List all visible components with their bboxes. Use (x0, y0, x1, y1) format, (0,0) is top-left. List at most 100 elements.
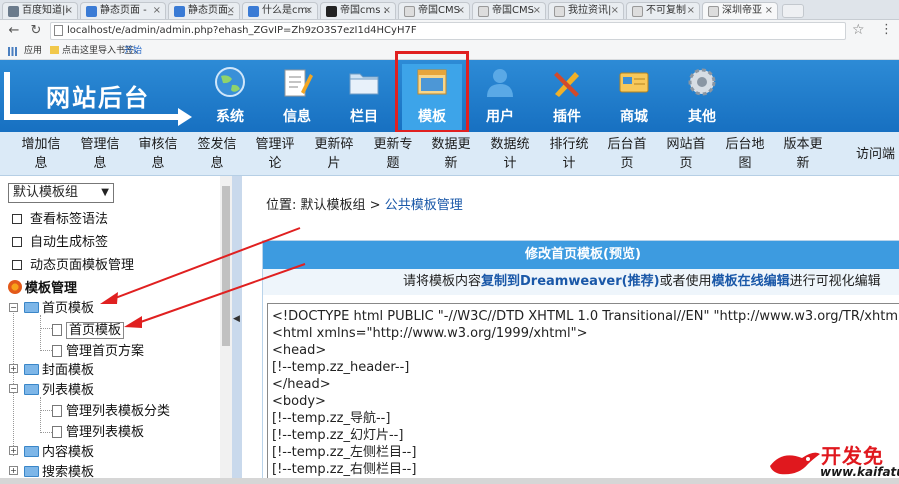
submenu-item[interactable]: 审核信息 (134, 135, 182, 173)
new-tab-button[interactable] (782, 4, 804, 18)
tree-cover-template[interactable]: 封面模板 (24, 359, 94, 378)
nav-plugin[interactable]: 插件 (537, 64, 597, 130)
browser-tab[interactable]: 静态页面 - × (80, 2, 166, 19)
browser-tab[interactable]: 什么是cm: × (242, 2, 318, 19)
browser-tab[interactable]: 百度知道|i × (2, 2, 78, 19)
submenu-item[interactable]: 网站首页 (662, 135, 710, 173)
tab-close-icon[interactable]: × (533, 3, 541, 19)
page-icon (52, 426, 62, 438)
bookmark-apps[interactable]: 应用 (24, 42, 42, 60)
tab-close-icon[interactable]: × (457, 3, 465, 19)
browser-tab[interactable]: 我拉资讯| × (548, 2, 624, 19)
breadcrumb-link[interactable]: 公共模板管理 (385, 198, 463, 213)
sidebar-scrollbar[interactable] (220, 176, 232, 484)
reload-icon[interactable]: ↻ (28, 23, 44, 39)
tree-expand-icon[interactable]: + (9, 364, 18, 373)
tab-close-icon[interactable]: × (305, 3, 313, 19)
submenu-item[interactable]: 管理评论 (251, 135, 299, 173)
browser-tab[interactable]: 帝国cms : × (320, 2, 396, 19)
submenu-item[interactable]: 排行统计 (545, 135, 593, 173)
card-icon (619, 72, 649, 93)
site-logo: 网站后台 (46, 84, 150, 112)
tree-collapse-icon[interactable]: − (9, 384, 18, 393)
tab-close-icon[interactable]: × (65, 3, 73, 19)
tab-close-icon[interactable]: × (383, 3, 391, 19)
tree-line (40, 328, 52, 329)
submenu-item[interactable]: 数据更新 (427, 135, 475, 173)
tree-expand-icon[interactable]: + (9, 466, 18, 475)
submenu-item[interactable]: 更新专题 (369, 135, 417, 173)
page-icon (54, 25, 63, 36)
folder-icon (50, 46, 59, 54)
submenu-item[interactable]: 版本更新 (779, 135, 827, 173)
sub-menu: 增加信息 管理信息 审核信息 签发信息 管理评论 更新碎片 更新专题 数据更新 … (0, 132, 899, 176)
tab-close-icon[interactable]: × (611, 3, 619, 19)
submenu-item[interactable]: 增加信息 (17, 135, 65, 173)
submenu-item[interactable]: 签发信息 (193, 135, 241, 173)
globe-icon (215, 67, 245, 97)
tab-favicon-icon (174, 6, 185, 17)
logo-arrow-icon (178, 108, 192, 126)
tree-manage-homepage-scheme[interactable]: 管理首页方案 (52, 340, 144, 359)
template-group-select[interactable]: 默认模板组 ▼ (8, 183, 114, 203)
online-edit-link[interactable]: 模板在线编辑 (712, 274, 790, 289)
browser-menu-icon[interactable]: ⋮ (880, 22, 893, 37)
nav-info[interactable]: 信息 (267, 64, 327, 130)
page-icon (52, 324, 62, 336)
nav-user[interactable]: 用户 (470, 64, 530, 130)
tree-collapse-icon[interactable]: − (9, 303, 18, 312)
tree-list-template[interactable]: 列表模板 (24, 379, 94, 398)
tab-favicon-icon (248, 6, 259, 17)
copy-to-dreamweaver-link[interactable]: 复制到Dreamweaver(推荐) (481, 274, 660, 289)
browser-tab-active[interactable]: 深圳帝亚 × (702, 2, 778, 19)
check-item[interactable]: 自动生成标签 (12, 231, 108, 250)
submenu-item[interactable]: 后台地图 (721, 135, 769, 173)
check-item[interactable]: 动态页面模板管理 (12, 254, 134, 273)
tab-close-icon[interactable]: × (153, 3, 161, 19)
dropdown-arrow-icon: ▼ (101, 187, 109, 198)
tab-close-icon[interactable]: × (227, 3, 235, 19)
page-icon (52, 345, 62, 357)
tree-manage-list-template[interactable]: 管理列表模板 (52, 421, 144, 440)
tree-expand-icon[interactable]: + (9, 446, 18, 455)
submenu-item[interactable]: 访问端 (856, 145, 899, 164)
browser-tab[interactable]: 帝国CMS × (472, 2, 546, 19)
browser-tab[interactable]: 帝国CMS × (398, 2, 470, 19)
bookmark-star-icon[interactable]: ☆ (852, 22, 865, 38)
collapse-left-icon[interactable]: ◀ (233, 314, 240, 324)
nav-other[interactable]: 其他 (672, 64, 732, 130)
tab-close-icon[interactable]: × (765, 3, 773, 19)
nav-system[interactable]: 系统 (200, 64, 260, 130)
nav-column[interactable]: 栏目 (334, 64, 394, 130)
page-icon (52, 405, 62, 417)
tab-favicon-icon (8, 6, 19, 17)
folder-icon (24, 364, 39, 375)
tree-manage-list-category[interactable]: 管理列表模板分类 (52, 400, 170, 419)
browser-tab[interactable]: 静态页面_ × (168, 2, 240, 19)
tab-favicon-icon (404, 6, 415, 17)
submenu-item[interactable]: 后台首页 (603, 135, 651, 173)
scrollbar-thumb[interactable] (222, 186, 230, 346)
apps-grid-icon[interactable] (8, 47, 17, 56)
back-arrow-icon[interactable]: ← (6, 23, 22, 39)
tree-homepage-template[interactable]: 首页模板 (24, 297, 94, 316)
tree-content-template[interactable]: 内容模板 (24, 441, 94, 460)
submenu-item[interactable]: 管理信息 (76, 135, 124, 173)
panel-splitter[interactable]: ◀ (232, 176, 242, 484)
browser-tab[interactable]: 不可复制 × (626, 2, 700, 19)
nav-shop[interactable]: 商城 (604, 64, 664, 130)
gear-icon (688, 68, 716, 96)
submenu-item[interactable]: 更新碎片 (310, 135, 358, 173)
url-input[interactable]: localhost/e/admin/admin.php?ehash_ZGvIP=… (50, 22, 846, 40)
user-icon (487, 69, 513, 97)
checkbox-icon (12, 237, 22, 247)
left-sidebar: 默认模板组 ▼ 查看标签语法 自动生成标签 动态页面模板管理 模板管理 − 首页… (0, 176, 232, 484)
bookmark-start-link[interactable]: 开始 (124, 42, 142, 60)
folder-icon (24, 466, 39, 477)
main-content: 位置: 默认模板组 > 公共模板管理 修改首页模板(预览) 请将模板内容复制到D… (242, 176, 899, 484)
submenu-item[interactable]: 数据统计 (486, 135, 534, 173)
tree-homepage-template-item[interactable]: 首页模板 (52, 319, 125, 339)
tab-close-icon[interactable]: × (687, 3, 695, 19)
tab-favicon-icon (86, 6, 97, 17)
check-item[interactable]: 查看标签语法 (12, 208, 108, 227)
